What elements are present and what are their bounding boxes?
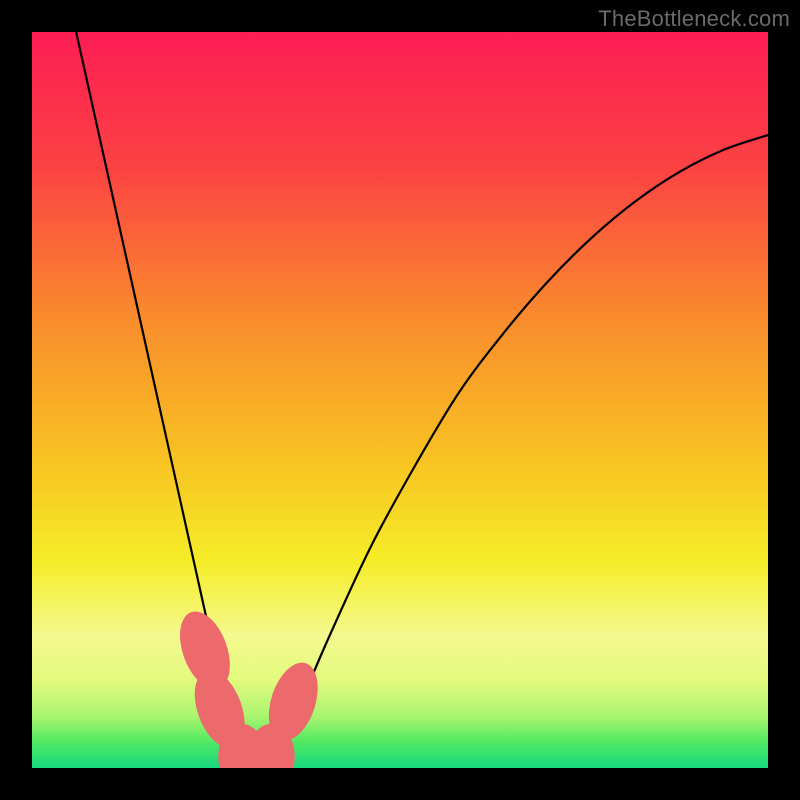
gradient-background — [32, 32, 768, 768]
watermark-label: TheBottleneck.com — [598, 6, 790, 32]
chart-frame — [32, 32, 768, 768]
bottleneck-chart — [32, 32, 768, 768]
